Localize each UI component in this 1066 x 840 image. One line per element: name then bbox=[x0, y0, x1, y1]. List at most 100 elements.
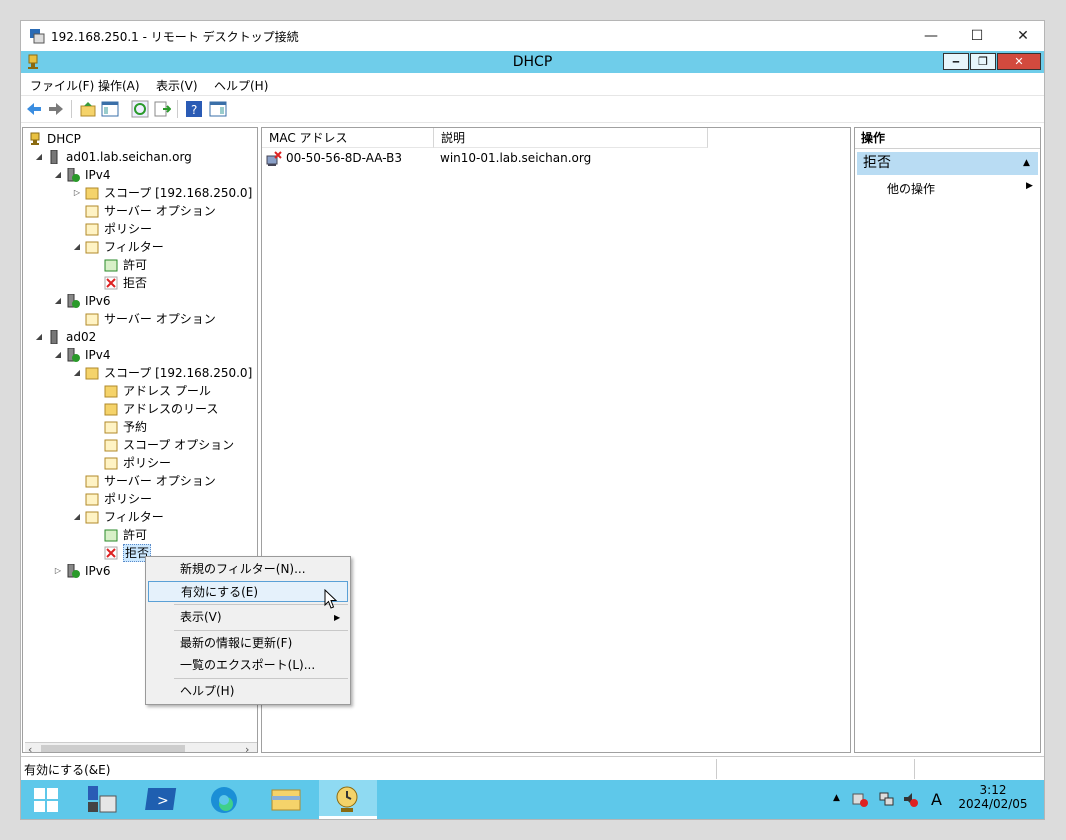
policy-icon bbox=[85, 223, 99, 236]
collapse-arrow-icon[interactable]: ◢ bbox=[34, 148, 44, 166]
ime-mode-indicator[interactable]: A bbox=[931, 790, 942, 809]
folder-icon bbox=[85, 187, 99, 200]
edge-browser-icon[interactable] bbox=[202, 782, 246, 817]
export-list-icon[interactable] bbox=[153, 100, 171, 118]
ctx-export-list[interactable]: 一覧のエクスポート(L)... bbox=[148, 655, 348, 676]
rdp-maximize-button[interactable]: ☐ bbox=[954, 21, 1000, 51]
collapse-arrow-icon[interactable]: ◢ bbox=[53, 346, 63, 364]
allow-icon bbox=[104, 529, 118, 542]
clock[interactable]: 3:12 2024/02/05 bbox=[953, 783, 1033, 811]
filter-icon bbox=[85, 241, 99, 254]
tray-overflow-icon[interactable]: ▲ bbox=[833, 793, 840, 803]
tree-item[interactable]: ▷ スコープ [192.168.250.0] 192. bbox=[23, 184, 257, 202]
column-header-mac[interactable]: MAC アドレス bbox=[262, 128, 434, 148]
collapse-arrow-icon[interactable]: ◢ bbox=[53, 292, 63, 310]
expand-arrow-icon[interactable]: ▷ bbox=[72, 184, 82, 202]
tree-item[interactable]: ◢ IPv4 bbox=[23, 166, 257, 184]
help-icon[interactable]: ? bbox=[185, 100, 203, 118]
ctx-new-filter[interactable]: 新規のフィルター(N)... bbox=[148, 559, 348, 580]
tree-item[interactable]: ポリシー bbox=[23, 220, 257, 238]
scroll-left-arrow-icon[interactable]: ‹ bbox=[28, 743, 32, 752]
back-arrow-icon[interactable] bbox=[25, 100, 43, 118]
file-explorer-icon[interactable] bbox=[264, 782, 308, 817]
tree-item-label: フィルター bbox=[104, 240, 164, 254]
collapse-arrow-icon[interactable]: ▲ bbox=[1023, 152, 1030, 175]
tree-item[interactable]: 予約 bbox=[23, 418, 257, 436]
menu-help[interactable]: ヘルプ(H) bbox=[214, 77, 268, 94]
security-alert-icon[interactable] bbox=[852, 791, 868, 807]
tree-item[interactable]: サーバー オプション bbox=[23, 472, 257, 490]
tree-item[interactable]: ◢ ad01.lab.seichan.org bbox=[23, 148, 257, 166]
context-menu: 新規のフィルター(N)... 有効にする(E) 表示(V) ▶ 最新の情報に更新… bbox=[145, 556, 351, 705]
scroll-right-arrow-icon[interactable]: › bbox=[245, 743, 249, 752]
rdp-minimize-button[interactable]: — bbox=[908, 21, 954, 51]
menu-view[interactable]: 表示(V) bbox=[156, 77, 198, 94]
mmc-minimize-button[interactable]: ‒ bbox=[943, 53, 969, 70]
show-hide-console-tree-icon[interactable] bbox=[101, 100, 119, 118]
powershell-icon[interactable]: > bbox=[141, 782, 185, 817]
tree-item[interactable]: ◢ フィルター bbox=[23, 238, 257, 256]
deny-computer-icon bbox=[266, 151, 282, 166]
menu-file[interactable]: ファイル(F) bbox=[30, 77, 94, 94]
tree-item[interactable]: 拒否 bbox=[23, 274, 257, 292]
menu-action[interactable]: 操作(A) bbox=[98, 77, 140, 94]
expand-arrow-icon[interactable]: ▷ bbox=[53, 562, 63, 580]
collapse-arrow-icon[interactable]: ◢ bbox=[72, 364, 82, 382]
more-actions-item[interactable]: 他の操作 ▶ bbox=[887, 180, 1037, 198]
status-bar: 有効にする(&E) bbox=[21, 756, 1044, 781]
tree-item[interactable]: アドレス プール bbox=[23, 382, 257, 400]
ctx-refresh[interactable]: 最新の情報に更新(F) bbox=[148, 633, 348, 654]
tree-item[interactable]: 許可 bbox=[23, 526, 257, 544]
tree-item-label: ポリシー bbox=[123, 456, 172, 470]
tree-item[interactable]: ◢ フィルター bbox=[23, 508, 257, 526]
tree-item-label: サーバー オプション bbox=[104, 474, 216, 488]
collapse-arrow-icon[interactable]: ◢ bbox=[72, 238, 82, 256]
tree-item[interactable]: ◢ IPv4 bbox=[23, 346, 257, 364]
list-row[interactable]: 00-50-56-8D-AA-B3 win10-01.lab.seichan.o… bbox=[266, 149, 846, 167]
tree-horizontal-scrollbar[interactable]: ‹ › bbox=[25, 742, 257, 752]
tree-item[interactable]: ◢ スコープ [192.168.250.0] 192. bbox=[23, 364, 257, 382]
network-icon[interactable] bbox=[878, 791, 894, 807]
refresh-icon[interactable] bbox=[131, 100, 149, 118]
column-header-description[interactable]: 説明 bbox=[434, 128, 708, 148]
tree-item[interactable]: ◢ ad02 bbox=[23, 328, 257, 346]
tree-item-label: スコープ [192.168.250.0] 192. bbox=[104, 366, 257, 380]
dhcp-clock-icon bbox=[336, 786, 358, 812]
ctx-enable[interactable]: 有効にする(E) bbox=[148, 581, 348, 602]
dhcp-taskbar-button[interactable] bbox=[319, 780, 377, 819]
tree-item[interactable]: アドレスのリース bbox=[23, 400, 257, 418]
tree-item[interactable]: ◢ IPv6 bbox=[23, 292, 257, 310]
rdp-title-bar: 192.168.250.1 - リモート デスクトップ接続 — ☐ ✕ bbox=[21, 21, 1044, 51]
tree-item-label: IPv6 bbox=[85, 294, 111, 308]
ipv6-icon bbox=[67, 564, 80, 578]
tree-item[interactable]: ポリシー bbox=[23, 490, 257, 508]
collapse-arrow-icon[interactable]: ◢ bbox=[53, 166, 63, 184]
ctx-view[interactable]: 表示(V) ▶ bbox=[148, 607, 348, 628]
tree-item[interactable]: サーバー オプション bbox=[23, 310, 257, 328]
tree-item[interactable]: DHCP bbox=[23, 130, 257, 148]
tree-item-label: ポリシー bbox=[104, 222, 153, 236]
mmc-close-button[interactable]: ✕ bbox=[997, 53, 1041, 70]
volume-muted-icon[interactable] bbox=[902, 791, 918, 807]
up-folder-icon[interactable] bbox=[79, 100, 97, 118]
tree-item[interactable]: スコープ オプション bbox=[23, 436, 257, 454]
actions-section-deny[interactable]: 拒否 ▲ bbox=[857, 152, 1038, 175]
tree-item[interactable]: サーバー オプション bbox=[23, 202, 257, 220]
tree-item[interactable]: 許可 bbox=[23, 256, 257, 274]
scroll-thumb[interactable] bbox=[41, 745, 185, 752]
tree-item[interactable]: ポリシー bbox=[23, 454, 257, 472]
windows-start-icon[interactable] bbox=[24, 782, 68, 817]
mmc-restore-button[interactable]: ❐ bbox=[970, 53, 996, 70]
show-action-pane-icon[interactable] bbox=[209, 100, 227, 118]
rdp-close-button[interactable]: ✕ bbox=[1000, 21, 1046, 51]
status-text: 有効にする(&E) bbox=[24, 763, 111, 777]
ctx-help[interactable]: ヘルプ(H) bbox=[148, 681, 348, 702]
forward-arrow-icon[interactable] bbox=[47, 100, 65, 118]
tree-item-label: IPv4 bbox=[85, 168, 111, 182]
collapse-arrow-icon[interactable]: ◢ bbox=[34, 328, 44, 346]
tree-item-label: ポリシー bbox=[104, 492, 153, 506]
server-manager-icon[interactable] bbox=[80, 782, 124, 817]
tree-item-label: サーバー オプション bbox=[104, 204, 216, 218]
reservation-icon bbox=[104, 421, 118, 434]
collapse-arrow-icon[interactable]: ◢ bbox=[72, 508, 82, 526]
